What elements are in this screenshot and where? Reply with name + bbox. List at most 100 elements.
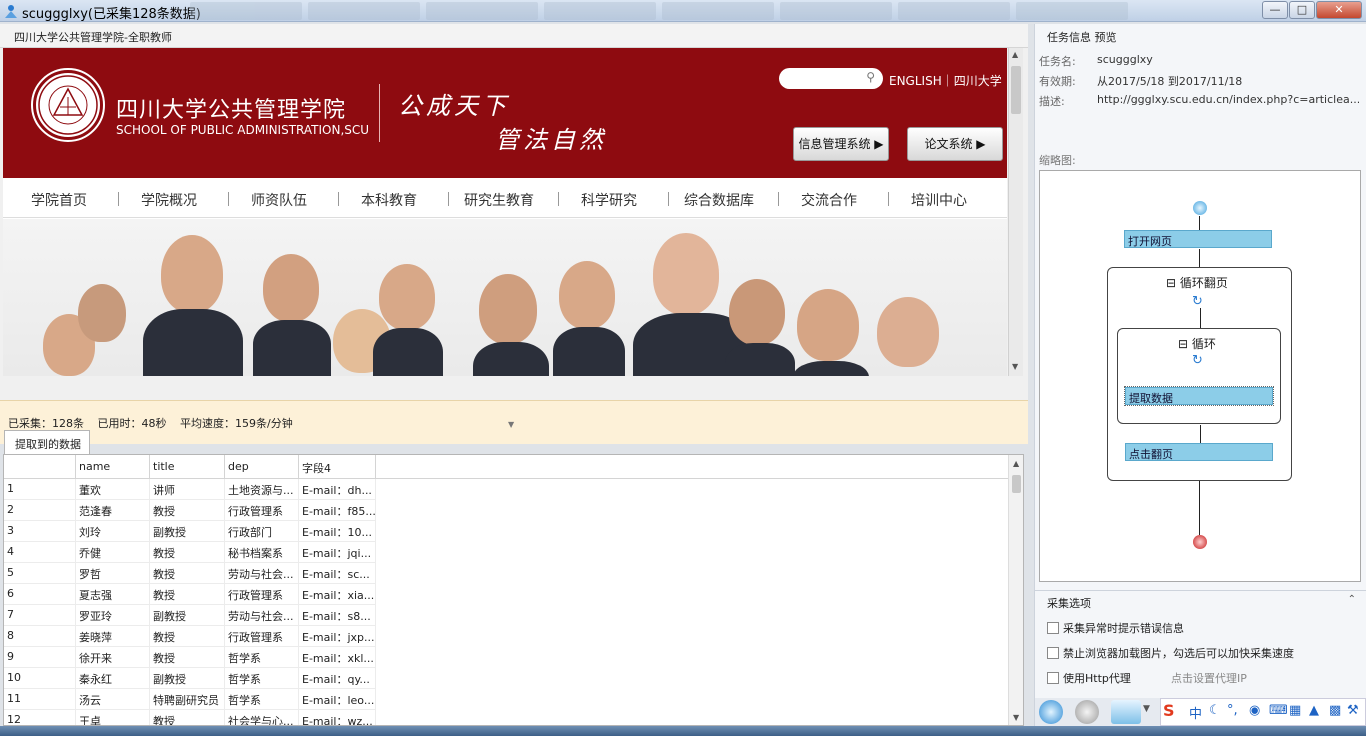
punctuation-icon[interactable]: °,	[1227, 703, 1238, 718]
table-row[interactable]: 4 乔健 教授 秘书档案系 E-mail：jqi...	[4, 542, 376, 563]
top-links[interactable]: ENGLISH｜四川大学	[889, 72, 1002, 89]
nav-item-database[interactable]: 综合数据库	[665, 190, 773, 210]
moon-icon[interactable]: ☾	[1209, 703, 1221, 718]
table-row[interactable]: 11 汤云 特聘副研究员 哲学系 E-mail：leo...	[4, 689, 376, 710]
flow-node-open-page[interactable]: 打开网页	[1124, 230, 1272, 248]
flow-node-click-next[interactable]: 点击翻页	[1125, 443, 1273, 461]
ime-toolbar: S 中 ☾ °, ◉ ⌨ ▦ ▲ ▩ ⚒	[1160, 698, 1366, 726]
minus-box-icon[interactable]: ⊟	[1178, 337, 1188, 351]
option-error-prompt[interactable]: 采集异常时提示错误信息	[1047, 620, 1184, 636]
avg-speed: 平均速度：159条/分钟	[180, 417, 293, 430]
nav-item-research[interactable]: 科学研究	[555, 190, 663, 210]
scroll-up-icon[interactable]: ▲	[1013, 459, 1019, 468]
nav-item-faculty[interactable]: 师资队伍	[225, 190, 333, 210]
nav-item-exchange[interactable]: 交流合作	[775, 190, 883, 210]
table-row[interactable]: 12 王卓 教授 社会学与心... E-mail：wz...	[4, 710, 376, 725]
scroll-thumb[interactable]	[1012, 475, 1021, 493]
flow-node-extract[interactable]: 提取数据	[1124, 386, 1274, 406]
table-row[interactable]: 5 罗哲 教授 劳动与社会... E-mail：sc...	[4, 563, 376, 584]
grid-header-dep[interactable]: dep	[225, 455, 299, 479]
table-row[interactable]: 9 徐开来 教授 哲学系 E-mail：xkl...	[4, 647, 376, 668]
grid-header-index[interactable]	[4, 455, 76, 479]
cell-title: 讲师	[150, 479, 225, 500]
dropdown-arrow-icon[interactable]: ▼	[1143, 704, 1150, 714]
grid-header-title[interactable]: title	[150, 455, 225, 479]
cell-name: 罗亚玲	[76, 605, 150, 626]
table-row[interactable]: 10 秦永红 副教授 哲学系 E-mail：qy...	[4, 668, 376, 689]
chinese-mode-icon[interactable]: 中	[1189, 703, 1202, 722]
cell-name: 姜晓萍	[76, 626, 150, 647]
elapsed-time: 已用时：48秒	[97, 417, 167, 430]
collected-count: 已采集：128条	[8, 417, 84, 430]
desc-value: http://ggglxy.scu.edu.cn/index.php?c=art…	[1097, 93, 1359, 106]
grid-header-field4[interactable]: 字段4	[299, 455, 376, 479]
cell-title: 教授	[150, 500, 225, 521]
checkbox[interactable]	[1047, 647, 1059, 659]
sogou-logo-icon[interactable]: S	[1163, 701, 1175, 720]
checkbox[interactable]	[1047, 672, 1059, 684]
collect-options-panel: 采集选项 ⌃ 采集异常时提示错误信息 禁止浏览器加载图片，勾选后可以加快采集速度…	[1034, 590, 1366, 698]
cell-field4: E-mail：f85...	[299, 500, 376, 521]
cell-name: 徐开来	[76, 647, 150, 668]
nav-item-graduate[interactable]: 研究生教育	[445, 190, 553, 210]
minimize-button[interactable]: —	[1262, 1, 1288, 19]
proxy-settings-link[interactable]: 点击设置代理IP	[1171, 670, 1247, 686]
nav-item-undergrad[interactable]: 本科教育	[335, 190, 443, 210]
table-row[interactable]: 6 夏志强 教授 行政管理系 E-mail：xia...	[4, 584, 376, 605]
table-row[interactable]: 7 罗亚玲 副教授 劳动与社会... E-mail：s8...	[4, 605, 376, 626]
keyboard-icon[interactable]: ⌨	[1269, 703, 1288, 718]
cell-title: 教授	[150, 542, 225, 563]
wrench-icon[interactable]: ⚒	[1347, 703, 1359, 718]
stop-collect-icon[interactable]	[1075, 700, 1099, 724]
grid-scrollbar[interactable]: ▲ ▼	[1008, 455, 1023, 725]
maximize-button[interactable]: □	[1289, 1, 1315, 19]
cell-title: 副教授	[150, 668, 225, 689]
cell-title: 特聘副研究员	[150, 689, 225, 710]
grid-header-name[interactable]: name	[76, 455, 150, 479]
flow-loop[interactable]: ⊟ 循环 ↻ 提取数据	[1117, 328, 1281, 424]
microphone-icon[interactable]: ◉	[1249, 703, 1260, 718]
collapse-icon[interactable]: ⌃	[1348, 594, 1356, 605]
options-title: 采集选项	[1047, 597, 1091, 610]
table-row[interactable]: 1 董欢 讲师 土地资源与... E-mail：dh...	[4, 479, 376, 500]
nav-item-home[interactable]: 学院首页	[5, 190, 113, 210]
cell-index: 12	[4, 710, 76, 725]
thesis-system-button[interactable]: 论文系统 ▶	[907, 127, 1003, 161]
nav-item-overview[interactable]: 学院概况	[115, 190, 223, 210]
tab-extracted-data[interactable]: 提取到的数据	[4, 430, 90, 454]
option-disable-images[interactable]: 禁止浏览器加载图片，勾选后可以加快采集速度	[1047, 645, 1294, 661]
option-http-proxy[interactable]: 使用Http代理	[1047, 670, 1131, 686]
refresh-icon: ↻	[1192, 294, 1203, 309]
magnifier-icon[interactable]: ⚲	[866, 70, 875, 84]
export-icon[interactable]	[1111, 700, 1141, 724]
checkbox[interactable]	[1047, 622, 1059, 634]
cell-name: 王卓	[76, 710, 150, 725]
skin-icon[interactable]: ▲	[1309, 703, 1319, 718]
minus-box-icon[interactable]: ⊟	[1166, 276, 1176, 290]
info-system-button[interactable]: 信息管理系统 ▶	[793, 127, 889, 161]
splitter-arrow-icon[interactable]: ▼	[508, 420, 514, 429]
scroll-down-icon[interactable]: ▼	[1013, 713, 1019, 722]
table-row[interactable]: 8 姜晓萍 教授 行政管理系 E-mail：jxp...	[4, 626, 376, 647]
cell-field4: E-mail：qy...	[299, 668, 376, 689]
nav-item-training[interactable]: 培训中心	[885, 190, 993, 210]
grid-icon[interactable]: ▦	[1289, 703, 1301, 718]
flow-connector	[1199, 249, 1200, 267]
cell-dep: 劳动与社会...	[225, 563, 299, 584]
scroll-down-icon[interactable]: ▼	[1012, 362, 1018, 371]
site-search-input[interactable]: ⚲	[779, 68, 883, 89]
table-row[interactable]: 2 范逢春 教授 行政管理系 E-mail：f85...	[4, 500, 376, 521]
scroll-thumb[interactable]	[1011, 66, 1021, 114]
cell-name: 汤云	[76, 689, 150, 710]
web-scrollbar[interactable]: ▲ ▼	[1008, 48, 1023, 376]
scroll-up-icon[interactable]: ▲	[1012, 50, 1018, 59]
start-collect-icon[interactable]	[1039, 700, 1063, 724]
desc-label: 描述:	[1039, 95, 1065, 108]
close-button[interactable]: ✕	[1316, 1, 1362, 19]
school-seal-logo	[31, 68, 105, 142]
toolbox-icon[interactable]: ▩	[1329, 703, 1341, 718]
cell-title: 教授	[150, 584, 225, 605]
table-row[interactable]: 3 刘玲 副教授 行政部门 E-mail：10...	[4, 521, 376, 542]
flow-loop-pagination[interactable]: ⊟ 循环翻页 ↻ ⊟ 循环 ↻ 提取数据 点击翻页	[1107, 267, 1292, 481]
web-page[interactable]: 四川大学公共管理学院 SCHOOL OF PUBLIC ADMINISTRATI…	[3, 48, 1007, 376]
